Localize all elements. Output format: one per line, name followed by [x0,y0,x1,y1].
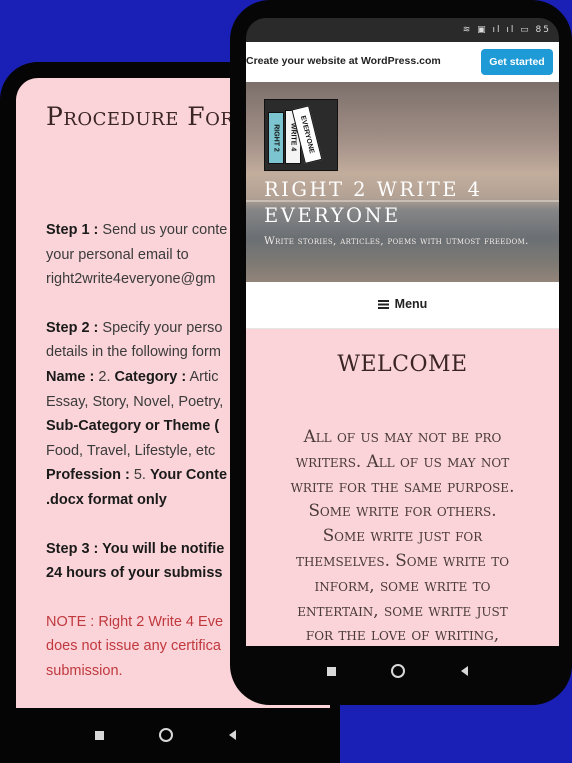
step-3-label: Step 3 : You will be notifie [46,540,225,557]
status-icons: ≋ ▣ ıl ıl ▭ 85 [462,25,551,35]
name-field-label: Name : [46,368,95,385]
logo-book-1: RIGHT 2 [268,112,284,164]
hamburger-icon [377,300,389,309]
back-phone-nav-bar [0,708,330,763]
field-number-5: 5. [129,467,150,484]
home-icon[interactable] [159,728,173,742]
note-line-1: NOTE : Right 2 Write 4 Eve [46,613,224,630]
step-1-label: Step 1 : [46,222,99,238]
welcome-line: write for the same purpose. [290,475,515,496]
menu-bar[interactable]: Menu [246,282,559,329]
wordpress-banner: Create your website at WordPress.com Get… [246,42,559,82]
step-3-line-1: 24 hours of your submiss [46,565,223,582]
welcome-line: inform, some write to [314,574,491,595]
step-1-line-1: Send us your conte [98,222,228,238]
note-line-3: submission. [46,662,123,679]
wordpress-banner-text[interactable]: Create your website at WordPress.com [246,55,441,67]
back-icon[interactable] [229,730,236,740]
front-phone-nav-bar [246,646,559,691]
welcome-line: Some write for others. [308,500,497,521]
welcome-line: entertain, some write just [297,599,508,620]
category-field-label: Category : [114,368,187,385]
welcome-line: writers. All of us may not [295,450,510,471]
get-started-button[interactable]: Get started [481,49,553,75]
welcome-line: for the love of writing, [305,624,500,645]
site-title[interactable]: RIGHT 2 WRITE 4 EVERYONE [264,177,554,229]
welcome-line: Some write just for [322,525,483,546]
welcome-body: All of us may not be pro writers. All of… [256,424,549,646]
logo-book-3-text: EVERYONE [298,115,316,155]
category-field-rest: Artic [186,368,219,385]
site-logo[interactable]: RIGHT 2 WRITE 4 EVERYONE [264,99,338,171]
back-icon[interactable] [461,666,468,676]
recent-apps-icon[interactable] [327,667,336,676]
note-line-2: does not issue any certifica [46,638,221,655]
step-1-email: right2write4everyone@gm [46,271,216,288]
step-2-line-2: details in the following form [46,344,221,361]
status-bar: ≋ ▣ ıl ıl ▭ 85 [246,18,559,42]
site-header-hero: RIGHT 2 WRITE 4 EVERYONE RIGHT 2 WRITE 4… [246,82,559,282]
content-field-label: Your Conte [149,467,228,484]
home-icon[interactable] [391,664,405,678]
welcome-line: themselves. Some write to [295,549,510,570]
site-title-line-2: EVERYONE [264,204,401,227]
site-title-line-1: RIGHT 2 WRITE 4 [264,178,483,201]
menu-label: Menu [394,297,428,311]
front-phone: ≋ ▣ ıl ıl ▭ 85 Create your website at Wo… [230,0,572,705]
menu-toggle[interactable]: Menu [246,297,559,311]
step-2-label: Step 2 : [46,319,99,336]
front-phone-screen: Create your website at WordPress.com Get… [246,42,559,646]
field-number-2: 2. [94,368,115,385]
welcome-heading: WELCOME [337,352,468,377]
profession-field-label: Profession : [46,467,130,484]
recent-apps-icon[interactable] [95,731,104,740]
site-description: Write stories, articles, poems with utmo… [264,235,529,247]
welcome-line: All of us may not be pro [303,426,502,446]
category-values: Essay, Story, Novel, Poetry, [46,393,224,410]
subcategory-field-label: Sub-Category or Theme ( [46,418,220,435]
step-1-line-2: your personal email to [46,246,189,263]
logo-book-1-text: RIGHT 2 [272,124,280,152]
step-2-line-1: Specify your perso [98,319,223,336]
subcategory-values: Food, Travel, Lifestyle, etc [46,442,216,459]
docx-format-note: .docx format only [46,491,167,508]
